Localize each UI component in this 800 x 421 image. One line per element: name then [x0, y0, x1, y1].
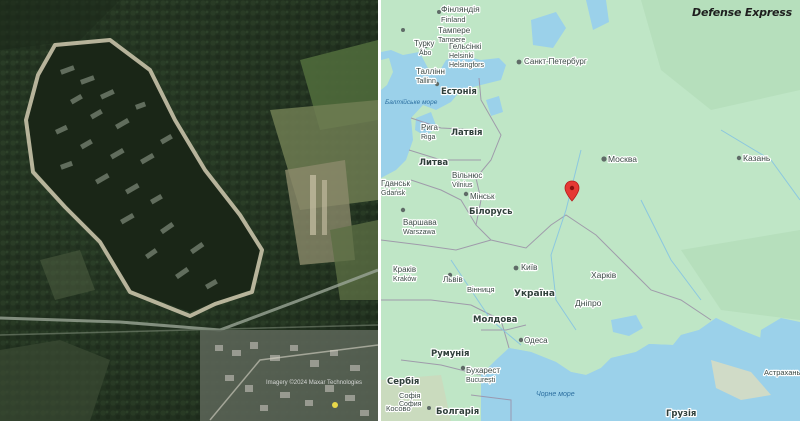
- label-tallinn-lat: Tallinn: [416, 78, 436, 85]
- label-serbia: Сербія: [387, 376, 419, 387]
- label-lviv: Львів: [443, 275, 463, 284]
- composite-image: Imagery ©2024 Maxar Technologies Фінлянд…: [0, 0, 800, 421]
- label-kyiv: Київ: [521, 262, 538, 272]
- label-bucharest-lat: București: [466, 377, 496, 384]
- label-spb: Санкт-Петербург: [524, 57, 587, 66]
- label-warsaw: Варшава: [403, 218, 437, 227]
- label-gdansk: Гданськ: [381, 179, 411, 188]
- label-helsingfors: Helsingfors: [449, 62, 485, 69]
- map-panel: Фінляндія Finland Тампере Tampere Турку …: [381, 0, 800, 421]
- label-bulgaria: Болгарія: [436, 406, 479, 417]
- label-astrakhan: Астрахань: [764, 368, 800, 377]
- label-minsk: Мінськ: [470, 192, 495, 201]
- label-tampere: Тампере: [438, 26, 471, 35]
- label-vinnytsia: Вінниця: [467, 285, 495, 294]
- brand-watermark: Defense Express: [692, 6, 792, 19]
- label-warsaw-lat: Warszawa: [403, 229, 436, 236]
- town: [200, 330, 378, 421]
- satellite-svg: [0, 0, 378, 421]
- label-helsinki-sv: Helsinki: [449, 53, 474, 60]
- satellite-image: Imagery ©2024 Maxar Technologies: [0, 0, 378, 421]
- label-black-sea: Чорне море: [536, 391, 575, 398]
- label-georgia: Грузія: [666, 408, 696, 419]
- label-kazan: Казань: [743, 153, 771, 163]
- label-abo: Åbo: [419, 48, 432, 57]
- label-latvia: Латвія: [451, 127, 482, 138]
- label-lithuania: Литва: [419, 158, 448, 168]
- label-riga: Рига: [421, 123, 439, 132]
- map-svg: Фінляндія Finland Тампере Tampere Турку …: [381, 0, 800, 421]
- label-bucharest: Бухарест: [466, 366, 500, 375]
- label-moscow: Москва: [608, 154, 637, 164]
- label-turku: Турку: [414, 39, 434, 48]
- imagery-credit: Imagery ©2024 Maxar Technologies: [266, 380, 363, 386]
- label-romania: Румунія: [431, 348, 470, 359]
- label-krakow-lat: Kraków: [393, 276, 417, 283]
- label-kosovo: Косово: [386, 404, 411, 413]
- label-riga-lat: Riga: [421, 134, 436, 141]
- label-sofia: Софія: [399, 391, 421, 400]
- label-vilnius-lat: Vilnius: [452, 182, 473, 189]
- label-tallinn: Таллінн: [416, 67, 445, 76]
- label-estonia: Естонія: [441, 86, 477, 97]
- label-belarus: Білорусь: [469, 206, 513, 217]
- label-finland-lat: Finland: [441, 15, 466, 24]
- label-kharkiv: Харків: [591, 270, 617, 280]
- label-dnipro: Дніпро: [575, 298, 602, 308]
- label-finland: Фінляндія: [441, 4, 480, 14]
- label-krakow: Краків: [393, 265, 416, 274]
- label-vilnius: Вільнюс: [452, 171, 482, 180]
- label-odesa: Одеса: [524, 336, 548, 345]
- label-gdansk-lat: Gdańsk: [381, 190, 406, 197]
- label-moldova: Молдова: [473, 315, 518, 325]
- label-helsinki: Гельсінкі: [449, 42, 482, 51]
- label-ukraine: Україна: [514, 289, 555, 299]
- label-baltic-sea: Балтійське море: [385, 98, 438, 106]
